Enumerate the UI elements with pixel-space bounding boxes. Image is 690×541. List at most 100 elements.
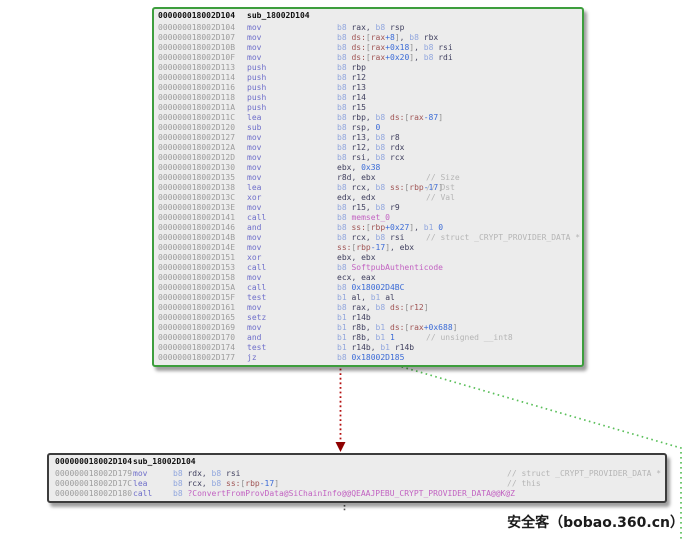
asm-line: 000000018002D113pushb8 rbp [154,63,582,73]
operand-token: rcx [351,233,365,242]
operand-token: , [366,133,376,142]
operands: b8 r14 [337,93,366,103]
operand-token: b8 [337,123,351,132]
operand-token: rbp [409,183,423,192]
operand-token: , [366,323,376,332]
operand-token: b8 [337,213,351,222]
block-header-address: 000000018002D104 [158,11,247,21]
asm-line: 000000018002D10Fmovb8 ds:[rax+0x20], b8 … [154,53,582,63]
operands: ss:[rbp-17], ebx [337,243,414,253]
mnemonic: mov [247,323,337,333]
operands: b8 SoftpubAuthenticode [337,263,443,273]
operand-token: b8 [337,153,351,162]
operand-token: -17 [371,243,385,252]
operands: b8 rcx, b8 rsi [337,233,404,243]
mnemonic: push [247,103,337,113]
asm-line: 000000018002D116pushb8 r13 [154,83,582,93]
asm-line: 000000018002D180callb8 ?ConvertFromProvD… [49,489,665,499]
operand-token: +0x18 [385,43,409,52]
instruction-address: 000000018002D146 [158,223,247,233]
operand-token: al [351,293,361,302]
operand-token: 0x18002D4BC [351,283,404,292]
block-header: 000000018002D104sub_18002D104 [49,457,665,468]
operand-token: r8b [351,323,365,332]
operand-token: b8 [337,43,351,52]
mnemonic: call [247,263,337,273]
mnemonic: push [247,83,337,93]
operand-token: b8 [337,183,351,192]
operands: b8 rbp [337,63,366,73]
operand-token: rdx [390,143,404,152]
asm-line: 000000018002D17Cleab8 rcx, b8 ss:[rbp-17… [49,479,665,489]
mnemonic: mov [247,243,337,253]
asm-line: 000000018002D107movb8 ds:[rax+8], b8 rbx [154,33,582,43]
asm-line: 000000018002D15Acallb8 0x18002D4BC [154,283,582,293]
instruction-address: 000000018002D13E [158,203,247,213]
instruction-address: 000000018002D169 [158,323,247,333]
operand-token: b1 [424,223,438,232]
operand-token: b8 [424,53,438,62]
operand-token: ] [274,479,279,488]
mnemonic: lea [133,479,173,489]
operand-token: SoftpubAuthenticode [351,263,443,272]
basic-block-18002D179[interactable]: 000000018002D104sub_18002D10400000001800… [47,453,667,503]
operand-token: b8 [337,23,351,32]
operand-token: b1 [337,323,351,332]
instruction-address: 000000018002D180 [55,489,133,499]
operand-token: , [414,53,424,62]
asm-line: 000000018002D10Bmovb8 ds:[rax+0x18], b8 … [154,43,582,53]
operands: b1 r8b, b1 ds:[rax+0x688] [337,323,457,333]
instruction-address: 000000018002D104 [158,23,247,33]
instruction-address: 000000018002D14B [158,233,247,243]
operands: b8 rdx, b8 rsi [173,469,240,479]
instruction-address: 000000018002D177 [158,353,247,363]
operand-token: ] [453,323,458,332]
operands: b8 r15, b8 r9 [337,203,400,213]
operand-token: r13 [351,83,365,92]
operand-token: r8 [390,133,400,142]
instruction-address: 000000018002D151 [158,253,247,263]
instruction-address: 000000018002D141 [158,213,247,223]
operands: b1 r8b, b1 1 [337,333,395,343]
operand-token: rcx [351,183,365,192]
operand-token: b8 [376,183,390,192]
operands: r8d, ebx [337,173,376,183]
asm-line: 000000018002D13Emovb8 r15, b8 r9 [154,203,582,213]
operand-token: rbp [351,63,365,72]
operand-token: ebx [361,173,375,182]
function-name: sub_18002D104 [247,11,310,21]
operands: b8 0x18002D4BC [337,283,404,293]
operand-token: rax [409,113,423,122]
basic-block-sub-18002D104[interactable]: 000000018002D104sub_18002D10400000001800… [152,7,584,367]
operand-token: r14 [351,93,365,102]
instruction-address: 000000018002D114 [158,73,247,83]
operand-token: b1 [376,323,390,332]
operands: b8 r12, b8 rdx [337,143,404,153]
instruction-address: 000000018002D179 [55,469,133,479]
mnemonic: call [133,489,173,499]
asm-line: 000000018002D11Apushb8 r15 [154,103,582,113]
operand-token: , [351,193,361,202]
mnemonic: push [247,73,337,83]
asm-line: 000000018002D120subb8 rsp, 0 [154,123,582,133]
operand-token: b1 [337,333,351,342]
mnemonic: xor [247,193,337,203]
operand-token: rdx [187,469,201,478]
operand-token: 0 [438,223,443,232]
operand-token: edx [337,193,351,202]
edge-jz-not-taken-arrowhead [336,442,346,452]
operand-token: b8 [337,143,351,152]
mnemonic: mov [247,163,337,173]
operand-token: rsi [390,233,404,242]
operand-token: ds: [351,33,365,42]
instruction-address: 000000018002D12D [158,153,247,163]
operand-token: b8 [337,33,351,42]
operand-token: , [366,183,376,192]
mnemonic: push [247,93,337,103]
operand-token: b8 [376,143,390,152]
instruction-address: 000000018002D10F [158,53,247,63]
instruction-address: 000000018002D170 [158,333,247,343]
operand-token: , [366,123,376,132]
operand-token: rsp [351,123,365,132]
operand-token: b8 [337,53,351,62]
